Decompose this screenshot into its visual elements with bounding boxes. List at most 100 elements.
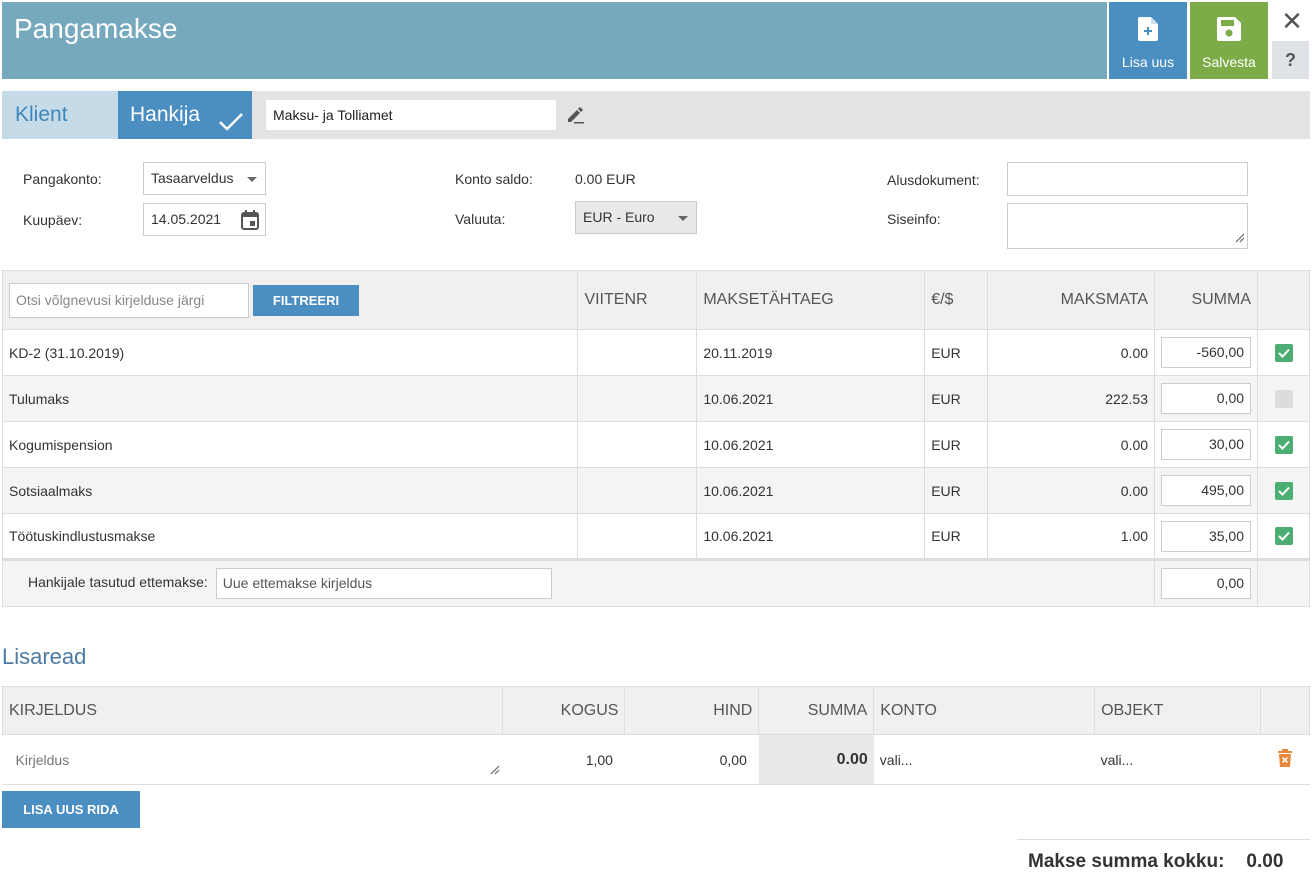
col-reference[interactable]: VIITENR (577, 270, 698, 330)
debt-due-date: 10.06.2021 (696, 513, 926, 560)
table-header-row: Otsi võlgnevusi kirjelduse järgi FILTREER… (1, 270, 1310, 330)
trash-icon[interactable] (1277, 749, 1292, 770)
debt-sum-input[interactable]: 0,00 (1161, 383, 1252, 414)
debt-unpaid: 1.00 (987, 513, 1156, 560)
resize-handle-icon[interactable] (490, 762, 500, 778)
debt-currency: EUR (924, 375, 989, 422)
debt-description: Tulumaks (1, 375, 579, 422)
debt-sum-cell: 30,00 (1154, 421, 1259, 468)
prepayment-row: Hankijale tasutud ettemakse: Uue ettemaks… (1, 558, 1310, 607)
save-label: Salvesta (1202, 54, 1256, 70)
table-row: KD-2 (31.10.2019) 20.11.2019 EUR 0.00 -560,0… (1, 329, 1310, 376)
col-description[interactable]: KIRJELDUS (2, 686, 503, 735)
debt-sum-input[interactable]: 35,00 (1161, 520, 1252, 552)
prepayment-description-input[interactable]: Uue ettemakse kirjeldus (215, 568, 552, 599)
party-bar: Klient Hankija Maksu- ja Tolliamet (2, 91, 1310, 139)
page-title: Pangamakse (14, 13, 178, 44)
calendar-icon[interactable] (241, 210, 259, 241)
line-account-select[interactable]: vali... (873, 734, 1095, 785)
extra-lines-title: Lisaread (2, 644, 87, 669)
add-row-button[interactable]: LISA UUS RIDA (2, 791, 140, 828)
new-document-icon (1138, 17, 1158, 44)
col-due-date[interactable]: MAKSETÄHTAEG (696, 270, 926, 330)
help-button[interactable]: ? (1272, 41, 1309, 79)
date-field[interactable]: 14.05.2021 (143, 203, 266, 236)
col-price[interactable]: HIND (624, 686, 760, 735)
extra-lines-table: KIRJELDUS KOGUS HIND SUMMA KONTO OBJEKT … (2, 686, 1311, 785)
debt-sum-cell: 495,00 (1154, 467, 1259, 514)
date-value: 14.05.2021 (151, 211, 222, 227)
debt-select-cell (1257, 467, 1310, 514)
tab-supplier[interactable]: Hankija (118, 91, 252, 139)
debt-unpaid: 0.00 (987, 467, 1156, 514)
debt-description: Töötuskindlustusmakse (1, 513, 579, 560)
payment-total: Makse summa kokku: 0.00 (1028, 851, 1283, 873)
debt-currency: EUR (924, 467, 989, 514)
divider (1017, 839, 1310, 840)
debt-sum-cell: -560,00 (1154, 329, 1259, 376)
debt-due-date: 10.06.2021 (696, 467, 926, 514)
bank-account-value: Tasaarveldus (151, 170, 234, 186)
currency-select[interactable]: EUR - Euro (575, 201, 697, 234)
debt-search-input[interactable]: Otsi võlgnevusi kirjelduse järgi (9, 282, 249, 318)
line-quantity-input[interactable]: 1,00 (502, 734, 625, 785)
table-header-row: KIRJELDUS KOGUS HIND SUMMA KONTO OBJEKT (2, 686, 1311, 735)
col-unpaid[interactable]: MAKSMATA (987, 270, 1156, 330)
col-select (1257, 270, 1310, 330)
col-line-sum[interactable]: SUMMA (758, 686, 875, 735)
debt-reference (577, 375, 698, 422)
col-sum[interactable]: SUMMA (1154, 270, 1259, 330)
internal-info-label: Siseinfo: (887, 211, 941, 227)
balance-value: 0.00 EUR (575, 171, 636, 187)
col-account[interactable]: KONTO (873, 686, 1096, 735)
debt-checkbox[interactable] (1274, 389, 1293, 408)
balance-label: Konto saldo: (455, 171, 533, 187)
line-description-placeholder: Kirjeldus (15, 751, 70, 768)
line-object-select[interactable]: vali... (1094, 734, 1261, 785)
debt-checkbox[interactable] (1274, 343, 1293, 362)
search-cell: Otsi võlgnevusi kirjelduse järgi FILTREER… (1, 270, 579, 330)
title-bar: Pangamakse (2, 2, 1107, 79)
base-document-input[interactable] (1007, 162, 1248, 196)
line-description-input[interactable]: Kirjeldus (2, 734, 503, 785)
checkmark-icon (1277, 486, 1290, 496)
debt-reference (577, 513, 698, 560)
debt-reference (577, 467, 698, 514)
close-icon[interactable]: ✕ (1278, 7, 1306, 35)
line-price-input[interactable]: 0,00 (624, 734, 759, 785)
col-quantity[interactable]: KOGUS (501, 686, 626, 735)
debt-due-date: 10.06.2021 (696, 375, 926, 422)
debt-currency: EUR (924, 513, 989, 560)
add-new-button[interactable]: Lisa uus (1109, 2, 1187, 79)
debt-unpaid: 222.53 (987, 375, 1156, 422)
debt-sum-cell: 35,00 (1154, 513, 1259, 560)
filter-button[interactable]: FILTREERI (253, 284, 359, 316)
bank-account-select[interactable]: Tasaarveldus (143, 162, 266, 195)
resize-handle-icon[interactable] (1235, 230, 1245, 246)
debt-sum-input[interactable]: 30,00 (1161, 429, 1252, 460)
debt-unpaid: 0.00 (987, 329, 1156, 376)
checkmark-icon (218, 103, 244, 151)
table-row: Kogumispension 10.06.2021 EUR 0.00 30,00 (1, 421, 1310, 468)
debt-checkbox[interactable] (1274, 435, 1293, 454)
table-row: Tulumaks 10.06.2021 EUR 222.53 0,00 (1, 375, 1310, 422)
col-currency[interactable]: €/$ (924, 270, 989, 330)
supplier-name-field[interactable]: Maksu- ja Tolliamet (266, 100, 556, 130)
line-sum-value: 0.00 (758, 734, 874, 785)
internal-info-textarea[interactable] (1007, 203, 1248, 249)
debt-checkbox[interactable] (1274, 481, 1293, 500)
debt-checkbox[interactable] (1274, 527, 1293, 546)
debt-sum-input[interactable]: 495,00 (1161, 475, 1252, 506)
prepayment-sum-input[interactable]: 0,00 (1161, 568, 1252, 599)
debt-reference (577, 421, 698, 468)
save-button[interactable]: Salvesta (1190, 2, 1268, 79)
table-row: Töötuskindlustusmakse 10.06.2021 EUR 1.00 35… (1, 513, 1310, 560)
prepayment-cell: Hankijale tasutud ettemakse: Uue ettemaks… (1, 558, 1156, 607)
edit-pencil-icon[interactable] (565, 105, 585, 128)
currency-value: EUR - Euro (583, 209, 655, 225)
debt-sum-input[interactable]: -560,00 (1161, 337, 1252, 368)
floppy-disk-icon (1217, 17, 1241, 44)
debt-select-cell (1257, 375, 1310, 422)
tab-client[interactable]: Klient (2, 91, 118, 139)
col-object[interactable]: OBJEKT (1094, 686, 1261, 735)
